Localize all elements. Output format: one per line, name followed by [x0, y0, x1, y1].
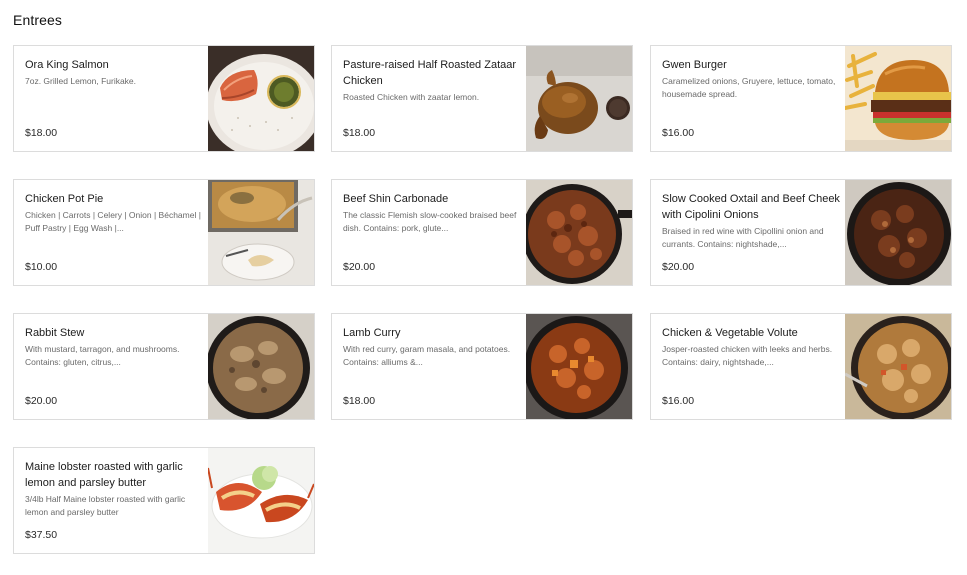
lobster-photo	[208, 448, 314, 553]
menu-item-price: $20.00	[343, 261, 376, 273]
burger-photo	[845, 46, 951, 151]
menu-item-name: Beef Shin Carbonade	[343, 193, 449, 205]
beef-stew-photo	[526, 180, 632, 285]
menu-item-name: Rabbit Stew	[25, 327, 85, 339]
menu-item-description: 3/4lb Half Maine lobster roasted with ga…	[25, 494, 186, 517]
chicken-volute-photo	[845, 314, 951, 419]
menu-item-description: 7oz. Grilled Lemon, Furikake.	[25, 76, 137, 86]
menu-item-price: $16.00	[662, 395, 695, 407]
menu-item-card[interactable]: Chicken & Vegetable Volute Josper-roaste…	[650, 313, 952, 420]
menu-item-price: $18.00	[343, 127, 376, 139]
menu-item-description: Braised in red wine with Cipollini onion…	[662, 226, 824, 249]
menu-item-card[interactable]: Maine lobster roasted with garlic lemon …	[13, 447, 315, 554]
oxtail-photo	[845, 180, 951, 285]
menu-item-card[interactable]: Ora King Salmon 7oz. Grilled Lemon, Furi…	[13, 45, 315, 152]
menu-item-description: Roasted Chicken with zaatar lemon.	[343, 92, 480, 102]
menu-item-name: Gwen Burger	[662, 59, 727, 71]
menu-item-description: With mustard, tarragon, and mushrooms. C…	[25, 344, 180, 367]
menu-item-card[interactable]: Pasture-raised Half Roasted Zataar Chick…	[331, 45, 633, 152]
menu-item-price: $16.00	[662, 127, 695, 139]
menu-item-card[interactable]: Rabbit Stew With mustard, tarragon, and …	[13, 313, 315, 420]
menu-item-name: Slow Cooked Oxtail and Beef Cheek with C…	[662, 193, 840, 221]
menu-item-price: $20.00	[662, 261, 695, 273]
menu-item-price: $37.50	[25, 529, 58, 541]
menu-item-price: $10.00	[25, 261, 58, 273]
menu-item-name: Chicken Pot Pie	[25, 193, 104, 205]
menu-item-name: Ora King Salmon	[25, 59, 109, 71]
menu-item-name: Lamb Curry	[343, 327, 401, 339]
menu-item-name: Chicken & Vegetable Volute	[662, 327, 798, 339]
menu-item-description: Chicken | Carrots | Celery | Onion | Béc…	[25, 210, 201, 233]
menu-item-price: $20.00	[25, 395, 58, 407]
menu-item-description: With red curry, garam masala, and potato…	[343, 344, 511, 367]
salmon-photo	[208, 46, 314, 151]
menu-item-card[interactable]: Lamb Curry With red curry, garam masala,…	[331, 313, 633, 420]
menu-item-description: Caramelized onions, Gruyere, lettuce, to…	[662, 76, 836, 99]
menu-item-card[interactable]: Gwen Burger Caramelized onions, Gruyere,…	[650, 45, 952, 152]
menu-item-card[interactable]: Slow Cooked Oxtail and Beef Cheek with C…	[650, 179, 952, 286]
pot-pie-photo	[208, 180, 314, 285]
menu-item-card[interactable]: Chicken Pot Pie Chicken | Carrots | Cele…	[13, 179, 315, 286]
menu-item-description: The classic Flemish slow-cooked braised …	[343, 210, 517, 233]
section-title: Entrees	[13, 12, 62, 28]
menu-item-price: $18.00	[343, 395, 376, 407]
menu-item-name: Pasture-raised Half Roasted Zataar Chick…	[343, 59, 517, 87]
menu-item-description: Josper-roasted chicken with leeks and he…	[662, 344, 833, 367]
rabbit-stew-photo	[208, 314, 314, 419]
menu-item-name: Maine lobster roasted with garlic lemon …	[25, 461, 183, 489]
menu-item-price: $18.00	[25, 127, 58, 139]
roast-chicken-photo	[526, 46, 632, 151]
lamb-curry-photo	[526, 314, 632, 419]
menu-item-card[interactable]: Beef Shin Carbonade The classic Flemish …	[331, 179, 633, 286]
